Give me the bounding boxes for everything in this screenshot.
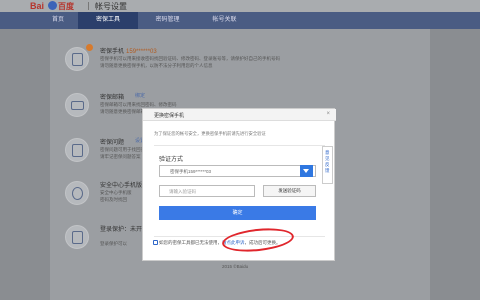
nav-password-management[interactable]: 密码管理	[140, 12, 195, 29]
baidu-paw-icon	[48, 1, 57, 10]
info-icon	[153, 240, 158, 245]
chevron-down-icon[interactable]	[300, 165, 313, 177]
close-icon[interactable]: ×	[326, 111, 330, 117]
dialog-header: 更换密保手机 ×	[143, 109, 336, 121]
footer-prefix: 如您的密保工具都已无法使用，	[159, 240, 222, 245]
mail-icon	[65, 93, 89, 117]
row-title: 登录保护：未开启	[100, 227, 149, 233]
phone-icon	[65, 47, 89, 71]
divider	[154, 145, 325, 146]
row-desc: 安全中心手机版	[100, 190, 132, 195]
row-desc: 请牢记密保问题答案	[100, 154, 141, 159]
dialog-title: 更换密保手机	[154, 113, 185, 119]
send-code-button[interactable]: 发送验证码	[263, 185, 316, 197]
verify-method-select[interactable]: 密保手机159******03	[159, 165, 316, 177]
feedback-tab[interactable]: 意见反馈	[322, 146, 333, 184]
feedback-label: 意见反馈	[325, 150, 330, 173]
bind-email-link[interactable]: 绑定	[135, 92, 145, 99]
top-header: Bai 百度 帐号设置	[0, 0, 480, 12]
row-title: 密保问题	[100, 140, 125, 146]
row-desc: 密保手机可以用来接收密码找回验证码、修改密码、登录账号等，请保护好自己的手机号码	[100, 56, 280, 61]
nav-security-tools[interactable]: 密保工具	[78, 12, 138, 29]
main-nav: 首页 密保工具 密码管理 帐号关联	[0, 12, 480, 29]
verify-method-label: 验证方式	[159, 157, 184, 163]
row-desc: 请勿随意更换密保邮箱	[100, 109, 145, 114]
lock-icon	[65, 225, 89, 249]
row-security-phone: 密保手机 159******03 密保手机可以用来接收密码找回验证码、修改密码、登…	[65, 43, 405, 83]
page-title: 帐号设置	[95, 2, 127, 11]
row-desc: 请勿随意更换密保手机，以防不法分子利用您的个人信息	[100, 63, 213, 68]
question-icon	[65, 138, 89, 162]
security-app-icon	[65, 181, 89, 205]
confirm-button[interactable]: 确定	[159, 206, 316, 220]
phone-value: 159******03	[126, 49, 157, 55]
header-divider	[88, 2, 89, 10]
verify-method-value: 密保手机159******03	[170, 169, 212, 174]
baidu-logo[interactable]: Bai	[30, 1, 44, 11]
nav-account-linking[interactable]: 帐号关联	[197, 12, 252, 29]
status-badge	[86, 44, 93, 51]
code-input[interactable]: 请输入验证码	[159, 185, 255, 197]
row-title: 密保手机	[100, 49, 125, 55]
dialog-notice: 为了保证您的帐号安全，更换密保手机前请先进行安全验证	[154, 131, 266, 136]
row-desc: 登录保护可以	[100, 241, 127, 246]
baidu-logo-cn[interactable]: 百度	[58, 1, 74, 12]
row-title: 安全中心手机版	[100, 183, 143, 189]
row-title: 密保邮箱	[100, 95, 125, 101]
code-placeholder: 请输入验证码	[169, 189, 196, 194]
copyright: 2015 ©Baidu	[222, 264, 249, 269]
row-desc: 密码及时找回	[100, 197, 127, 202]
nav-home[interactable]: 首页	[38, 12, 78, 29]
